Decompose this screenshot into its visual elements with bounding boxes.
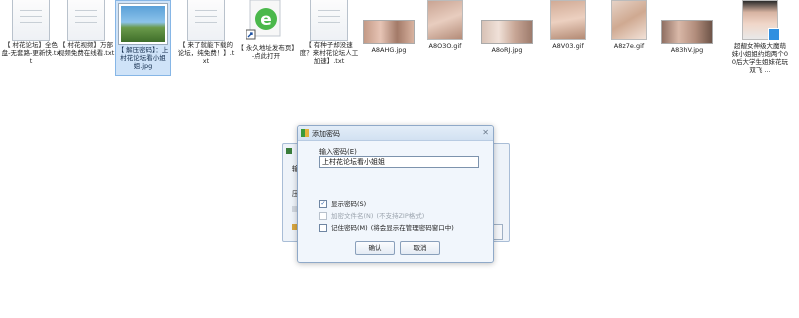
file-item[interactable]: 【 村花论坛】全色盘-无套路-更新快.txt <box>0 0 62 65</box>
photo-thumbnail <box>427 0 463 40</box>
remember-password-hint: (将会显示在管理密码窗口中) <box>370 224 454 232</box>
file-name: 【 村花视频】万部视频免费在线看.txt <box>57 41 115 57</box>
photo-thumbnail <box>363 20 415 44</box>
file-item[interactable]: e 【 永久地址发布页】-点此打开 <box>235 0 297 60</box>
text-file-icon <box>12 0 50 41</box>
photo-thumbnail <box>611 0 647 40</box>
file-item[interactable]: 【 来了就能下载的论坛，纯免费！】.txt <box>175 0 237 65</box>
photo-thumbnail <box>481 20 533 44</box>
file-item[interactable]: A8O3O.gif <box>414 0 476 50</box>
encrypt-filenames-label: 加密文件名(N) <box>331 212 374 220</box>
file-name: A8AHG.jpg <box>371 46 407 54</box>
file-item[interactable]: 超靓女神级大魔萌妹小姐姐约炮两个00后大学生姐妹花玩双飞 ... <box>730 0 790 74</box>
file-name: 【 有种子却没速度？来村花论坛人工加速】.txt <box>299 41 359 65</box>
text-file-icon <box>67 0 105 41</box>
photo-thumbnail <box>550 0 586 40</box>
file-name: A8oRJ.jpg <box>491 46 523 54</box>
internet-explorer-icon: e <box>245 0 286 40</box>
dialog-title-bar[interactable]: 添加密码 ✕ <box>298 126 493 141</box>
add-password-dialog: 添加密码 ✕ 输入密码(E) 上村花论坛看小姐姐 ✓ 显示密码(S) 加密文件名… <box>297 125 494 263</box>
file-item[interactable]: 【 村花视频】万部视频免费在线看.txt <box>55 0 117 57</box>
svg-text:e: e <box>260 10 272 30</box>
file-item[interactable]: A8AHG.jpg <box>358 0 420 54</box>
remember-password-label: 记住密码(M) <box>331 224 368 232</box>
archive-icon <box>286 148 292 154</box>
text-file-icon <box>310 0 348 41</box>
show-password-checkbox[interactable]: ✓ <box>319 200 327 208</box>
file-name: 【 村花论坛】全色盘-无套路-更新快.txt <box>1 41 61 65</box>
file-name: A8z7e.gif <box>613 42 645 50</box>
remember-password-option[interactable]: 记住密码(M) (将会显示在管理密码窗口中) <box>319 224 454 232</box>
file-item[interactable]: A8z7e.gif <box>598 0 660 50</box>
ok-button[interactable]: 确认 <box>355 241 395 255</box>
archive-app-icon <box>301 129 309 137</box>
file-item[interactable]: A83hV.jpg <box>656 0 718 54</box>
encrypt-filenames-checkbox <box>319 212 327 220</box>
file-name: A8O3O.gif <box>428 42 462 50</box>
file-item[interactable]: 【 有种子却没速度？来村花论坛人工加速】.txt <box>298 0 360 65</box>
file-name: A83hV.jpg <box>670 46 704 54</box>
encrypt-filenames-option: 加密文件名(N) (不支持ZIP格式) <box>319 212 424 220</box>
file-name: 【 解压密码】：上村花论坛看小姐姐.jpg <box>117 46 169 70</box>
file-name: 【 来了就能下载的论坛，纯免费！】.txt <box>177 41 235 65</box>
cancel-button[interactable]: 取消 <box>400 241 440 255</box>
close-icon[interactable]: ✕ <box>482 128 489 137</box>
remember-password-checkbox[interactable] <box>319 224 327 232</box>
file-name: A8V03.gif <box>552 42 584 50</box>
photo-thumbnail <box>661 20 713 44</box>
video-file-icon <box>768 28 780 41</box>
landscape-image-icon <box>118 3 168 45</box>
dialog-title: 添加密码 <box>312 130 340 138</box>
file-item-selected[interactable]: 【 解压密码】：上村花论坛看小姐姐.jpg <box>115 0 171 76</box>
show-password-label: 显示密码(S) <box>331 200 367 208</box>
file-item[interactable]: A8V03.gif <box>537 0 599 50</box>
video-thumbnail <box>742 0 780 41</box>
show-password-option[interactable]: ✓ 显示密码(S) <box>319 200 366 208</box>
password-input[interactable]: 上村花论坛看小姐姐 <box>319 156 479 168</box>
encrypt-filenames-hint: (不支持ZIP格式) <box>376 212 425 220</box>
text-file-icon <box>187 0 225 41</box>
file-name: 超靓女神级大魔萌妹小姐姐约炮两个00后大学生姐妹花玩双飞 ... <box>731 42 789 74</box>
file-item[interactable]: A8oRJ.jpg <box>476 0 538 54</box>
file-name: 【 永久地址发布页】-点此打开 <box>237 44 295 60</box>
